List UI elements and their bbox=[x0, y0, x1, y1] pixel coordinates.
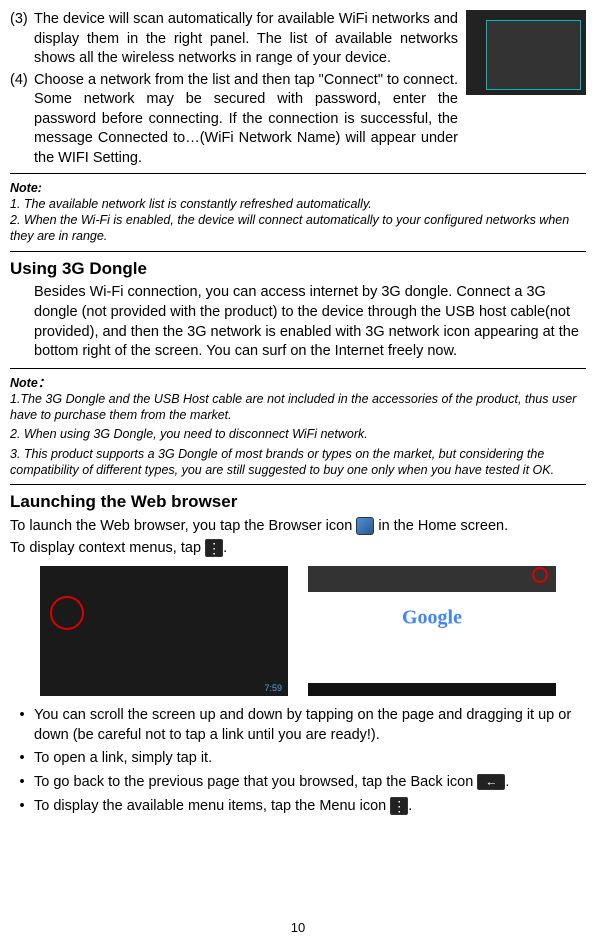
bullet-text: To open a link, simply tap it. bbox=[34, 749, 586, 769]
text-fragment: in the Home screen. bbox=[378, 518, 508, 534]
back-icon bbox=[477, 774, 505, 790]
step-3: (3) The device will scan automatically f… bbox=[10, 10, 458, 69]
heading-web-browser: Launching the Web browser bbox=[10, 491, 586, 514]
note-line: 2. When the Wi-Fi is enabled, the device… bbox=[10, 212, 586, 245]
page-number: 10 bbox=[291, 919, 305, 937]
bullet-list: • You can scroll the screen up and down … bbox=[10, 706, 586, 816]
note-line: 3. This product supports a 3G Dongle of … bbox=[10, 446, 586, 479]
text-fragment: To launch the Web browser, you tap the B… bbox=[10, 518, 356, 534]
step-number: (4) bbox=[10, 71, 34, 169]
note-title: Note： bbox=[10, 375, 586, 391]
step-4: (4) Choose a network from the list and t… bbox=[10, 71, 458, 169]
text-fragment: . bbox=[505, 774, 509, 790]
bullet-item: • To go back to the previous page that y… bbox=[10, 773, 586, 793]
note-title: Note: bbox=[10, 180, 586, 196]
screenshot-home bbox=[40, 566, 288, 696]
bullet-item: • To display the available menu items, t… bbox=[10, 797, 586, 817]
bullet-marker: • bbox=[10, 773, 34, 793]
text-fragment: . bbox=[223, 540, 227, 556]
para-3g-dongle: Besides Wi-Fi connection, you can access… bbox=[34, 283, 586, 361]
note-block-3g: Note： 1.The 3G Dongle and the USB Host c… bbox=[10, 373, 586, 481]
bullet-text: To go back to the previous page that you… bbox=[34, 773, 586, 793]
bullet-item: • You can scroll the screen up and down … bbox=[10, 706, 586, 745]
divider bbox=[10, 173, 586, 174]
note-line: 1.The 3G Dongle and the USB Host cable a… bbox=[10, 391, 586, 424]
text-fragment: To display context menus, tap bbox=[10, 540, 205, 556]
step-number: (3) bbox=[10, 10, 34, 69]
text-fragment: To go back to the previous page that you… bbox=[34, 774, 477, 790]
text-fragment: To display the available menu items, tap… bbox=[34, 798, 390, 814]
divider bbox=[10, 368, 586, 369]
divider bbox=[10, 251, 586, 252]
screenshot-browser bbox=[308, 566, 556, 696]
note-block-wifi: Note: 1. The available network list is c… bbox=[10, 178, 586, 247]
bullet-marker: • bbox=[10, 749, 34, 769]
bullet-marker: • bbox=[10, 706, 34, 745]
bullet-text: You can scroll the screen up and down by… bbox=[34, 706, 586, 745]
step-text: Choose a network from the list and then … bbox=[34, 71, 458, 169]
note-line: 1. The available network list is constan… bbox=[10, 196, 586, 212]
bullet-marker: • bbox=[10, 797, 34, 817]
menu-icon bbox=[390, 797, 408, 815]
menu-icon bbox=[205, 539, 223, 557]
para-launch-browser: To launch the Web browser, you tap the B… bbox=[10, 517, 586, 537]
bullet-text: To display the available menu items, tap… bbox=[34, 797, 586, 817]
bullet-item: • To open a link, simply tap it. bbox=[10, 749, 586, 769]
wifi-settings-screenshot bbox=[466, 10, 586, 95]
heading-3g-dongle: Using 3G Dongle bbox=[10, 258, 586, 281]
text-fragment: . bbox=[408, 798, 412, 814]
para-context-menus: To display context menus, tap . bbox=[10, 539, 586, 559]
step-text: The device will scan automatically for a… bbox=[34, 10, 458, 69]
note-line: 2. When using 3G Dongle, you need to dis… bbox=[10, 426, 586, 442]
divider bbox=[10, 484, 586, 485]
browser-icon bbox=[356, 517, 374, 535]
screenshots-row bbox=[10, 566, 586, 696]
